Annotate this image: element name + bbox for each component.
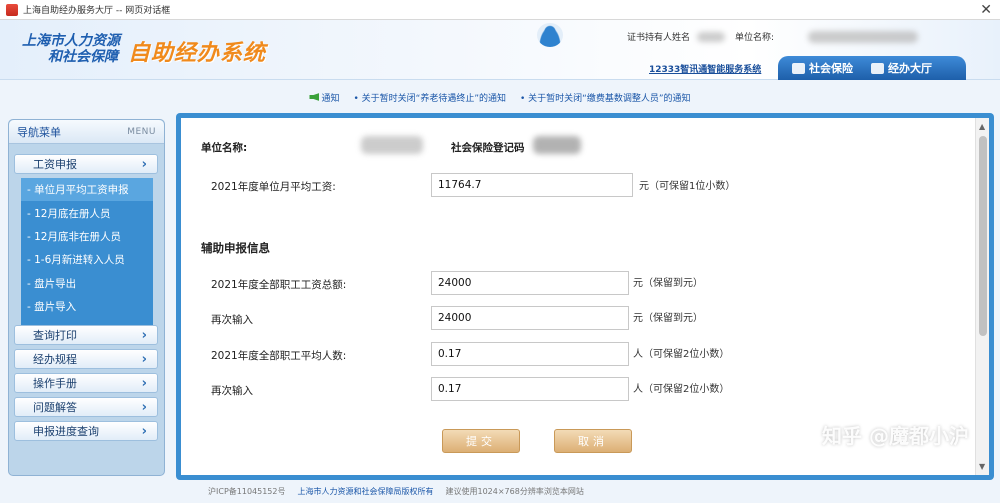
sidebar: 导航菜单 MENU 工资申报 › - 单位月平均工资申报 - 12月底在册人员 … <box>8 119 165 476</box>
total-wage-hint: 元（保留到元） <box>633 278 703 289</box>
form-area: 单位名称: 社会保险登记码 2021年度单位月平均工资: 元（可保留1位小数） … <box>181 118 989 475</box>
org-name-line2: 和社会保障 <box>48 49 118 65</box>
redacted-holder-name <box>697 32 725 42</box>
sub-item-disk-import[interactable]: - 盘片导入 <box>21 295 153 318</box>
sub-item-new-transfer[interactable]: - 1-6月新进转入人员 <box>21 248 153 271</box>
avg-wage-hint: 元（可保留1位小数） <box>639 181 736 192</box>
sidebar-item-label: 查询打印 <box>33 329 77 342</box>
total-wage-label: 2021年度全部职工工资总额: <box>211 279 347 291</box>
avg-staff-reenter-hint: 人（可保留2位小数） <box>633 384 730 395</box>
close-icon[interactable]: ✕ <box>980 2 992 18</box>
cancel-button[interactable]: 取消 <box>554 429 632 453</box>
building-icon <box>871 62 884 74</box>
avg-staff-reenter-input[interactable] <box>431 377 629 401</box>
scroll-down-icon[interactable]: ▼ <box>979 462 985 471</box>
sidebar-item-faq[interactable]: 问题解答 › <box>14 397 158 417</box>
submit-button[interactable]: 提交 <box>442 429 520 453</box>
notice-item[interactable]: • 关于暂时关闭“养老待遇终止”的通知 <box>354 91 507 104</box>
notice-label: 通知 <box>321 93 340 104</box>
redacted-unit-name <box>361 136 423 154</box>
avg-staff-reenter-label: 再次输入 <box>211 385 253 397</box>
sidebar-item-label: 申报进度查询 <box>33 425 99 438</box>
chevron-right-icon: › <box>141 375 147 391</box>
system-name: 自助经办系统 <box>128 41 267 66</box>
notice-item[interactable]: • 关于暂时关闭“缴费基数调整人员”的通知 <box>520 91 691 104</box>
notice-item[interactable]: 通知 <box>309 91 340 104</box>
window-title: 上海自助经办服务大厅 -- 网页对话框 <box>23 6 171 16</box>
chevron-right-icon: › <box>141 156 147 172</box>
sidebar-item-label: 工资申报 <box>33 158 77 171</box>
org-name-line1: 上海市人力资源 <box>22 33 120 49</box>
tab-social-insurance[interactable]: 社会保险 <box>792 60 853 76</box>
avg-staff-label: 2021年度全部职工平均人数: <box>211 350 347 362</box>
scroll-thumb[interactable] <box>979 136 987 336</box>
sidebar-title: 导航菜单 <box>17 125 61 139</box>
sidebar-item-manual[interactable]: 操作手册 › <box>14 373 158 393</box>
notice-bar: 通知 • 关于暂时关闭“养老待遇终止”的通知 • 关于暂时关闭“缴费基数调整人员… <box>0 86 1000 108</box>
sub-item-dec-registered[interactable]: - 12月底在册人员 <box>21 201 153 224</box>
sidebar-item-label: 经办规程 <box>33 353 77 366</box>
site-header: 上海市人力资源 和社会保障 自助经办系统 证书持有人姓名 单位名称: 12333… <box>0 20 1000 80</box>
sub-item-dec-nonregistered[interactable]: - 12月底非在册人员 <box>21 225 153 248</box>
avg-staff-hint: 人（可保留2位小数） <box>633 349 730 360</box>
main-panel: 单位名称: 社会保险登记码 2021年度单位月平均工资: 元（可保留1位小数） … <box>176 113 994 480</box>
hotline-link[interactable]: 12333智讯通智能服务系统 <box>649 62 761 75</box>
sidebar-item-label: 问题解答 <box>33 401 77 414</box>
total-wage-reenter-label: 再次输入 <box>211 314 253 326</box>
chevron-right-icon: › <box>141 423 147 439</box>
resolution-note: 建议使用1024×768分辨率浏览本网站 <box>445 487 584 496</box>
org-logo: 上海市人力资源 和社会保障 <box>22 33 120 65</box>
sub-item-avg-wage[interactable]: - 单位月平均工资申报 <box>21 178 153 202</box>
scroll-up-icon[interactable]: ▲ <box>979 122 985 131</box>
sidebar-item-wage-declaration[interactable]: 工资申报 › <box>14 154 158 174</box>
aux-section-title: 辅助申报信息 <box>201 241 270 255</box>
sidebar-item-label: 操作手册 <box>33 377 77 390</box>
watermark: 知乎 @魔都小沪 <box>822 424 969 448</box>
copyright-link[interactable]: 上海市人力资源和社会保障局版权所有 <box>298 486 434 497</box>
footer: 沪ICP备11045152号 上海市人力资源和社会保障局版权所有 建议使用102… <box>0 486 1000 503</box>
avg-wage-input[interactable] <box>431 173 633 197</box>
total-wage-reenter-input[interactable] <box>431 306 629 330</box>
unit-label: 单位名称: <box>735 33 775 43</box>
chevron-right-icon: › <box>141 327 147 343</box>
sidebar-submenu: - 单位月平均工资申报 - 12月底在册人员 - 12月底非在册人员 - 1-6… <box>21 178 153 325</box>
icp-number: 沪ICP备11045152号 <box>208 487 286 496</box>
total-wage-input[interactable] <box>431 271 629 295</box>
ss-reg-label: 社会保险登记码 <box>451 142 525 154</box>
user-avatar-icon <box>537 23 563 47</box>
tab-service-hall[interactable]: 经办大厅 <box>871 60 932 76</box>
app-icon <box>6 3 18 16</box>
vertical-scrollbar[interactable]: ▲ ▼ <box>975 118 989 475</box>
avg-staff-input[interactable] <box>431 342 629 366</box>
total-wage-reenter-hint: 元（保留到元） <box>633 313 703 324</box>
window-titlebar: 上海自助经办服务大厅 -- 网页对话框 ✕ <box>0 0 1000 20</box>
speaker-icon <box>309 93 320 101</box>
chevron-right-icon: › <box>141 351 147 367</box>
sidebar-header: 导航菜单 MENU <box>9 120 164 144</box>
id-card-icon <box>792 62 805 74</box>
tab-label: 经办大厅 <box>888 62 932 75</box>
sub-item-disk-export[interactable]: - 盘片导出 <box>21 272 153 295</box>
sidebar-item-query-print[interactable]: 查询打印 › <box>14 325 158 345</box>
unit-name-label: 单位名称: <box>201 142 248 154</box>
chevron-right-icon: › <box>141 399 147 415</box>
menu-tag: MENU <box>127 126 156 137</box>
header-tabs: 社会保险 经办大厅 <box>778 56 966 80</box>
sidebar-item-progress[interactable]: 申报进度查询 › <box>14 421 158 441</box>
redacted-unit-name <box>808 31 918 43</box>
holder-label: 证书持有人姓名 <box>627 33 691 43</box>
sidebar-item-procedures[interactable]: 经办规程 › <box>14 349 158 369</box>
redacted-ss-reg-code <box>533 136 581 154</box>
tab-label: 社会保险 <box>809 62 853 75</box>
avg-wage-label: 2021年度单位月平均工资: <box>211 181 336 193</box>
